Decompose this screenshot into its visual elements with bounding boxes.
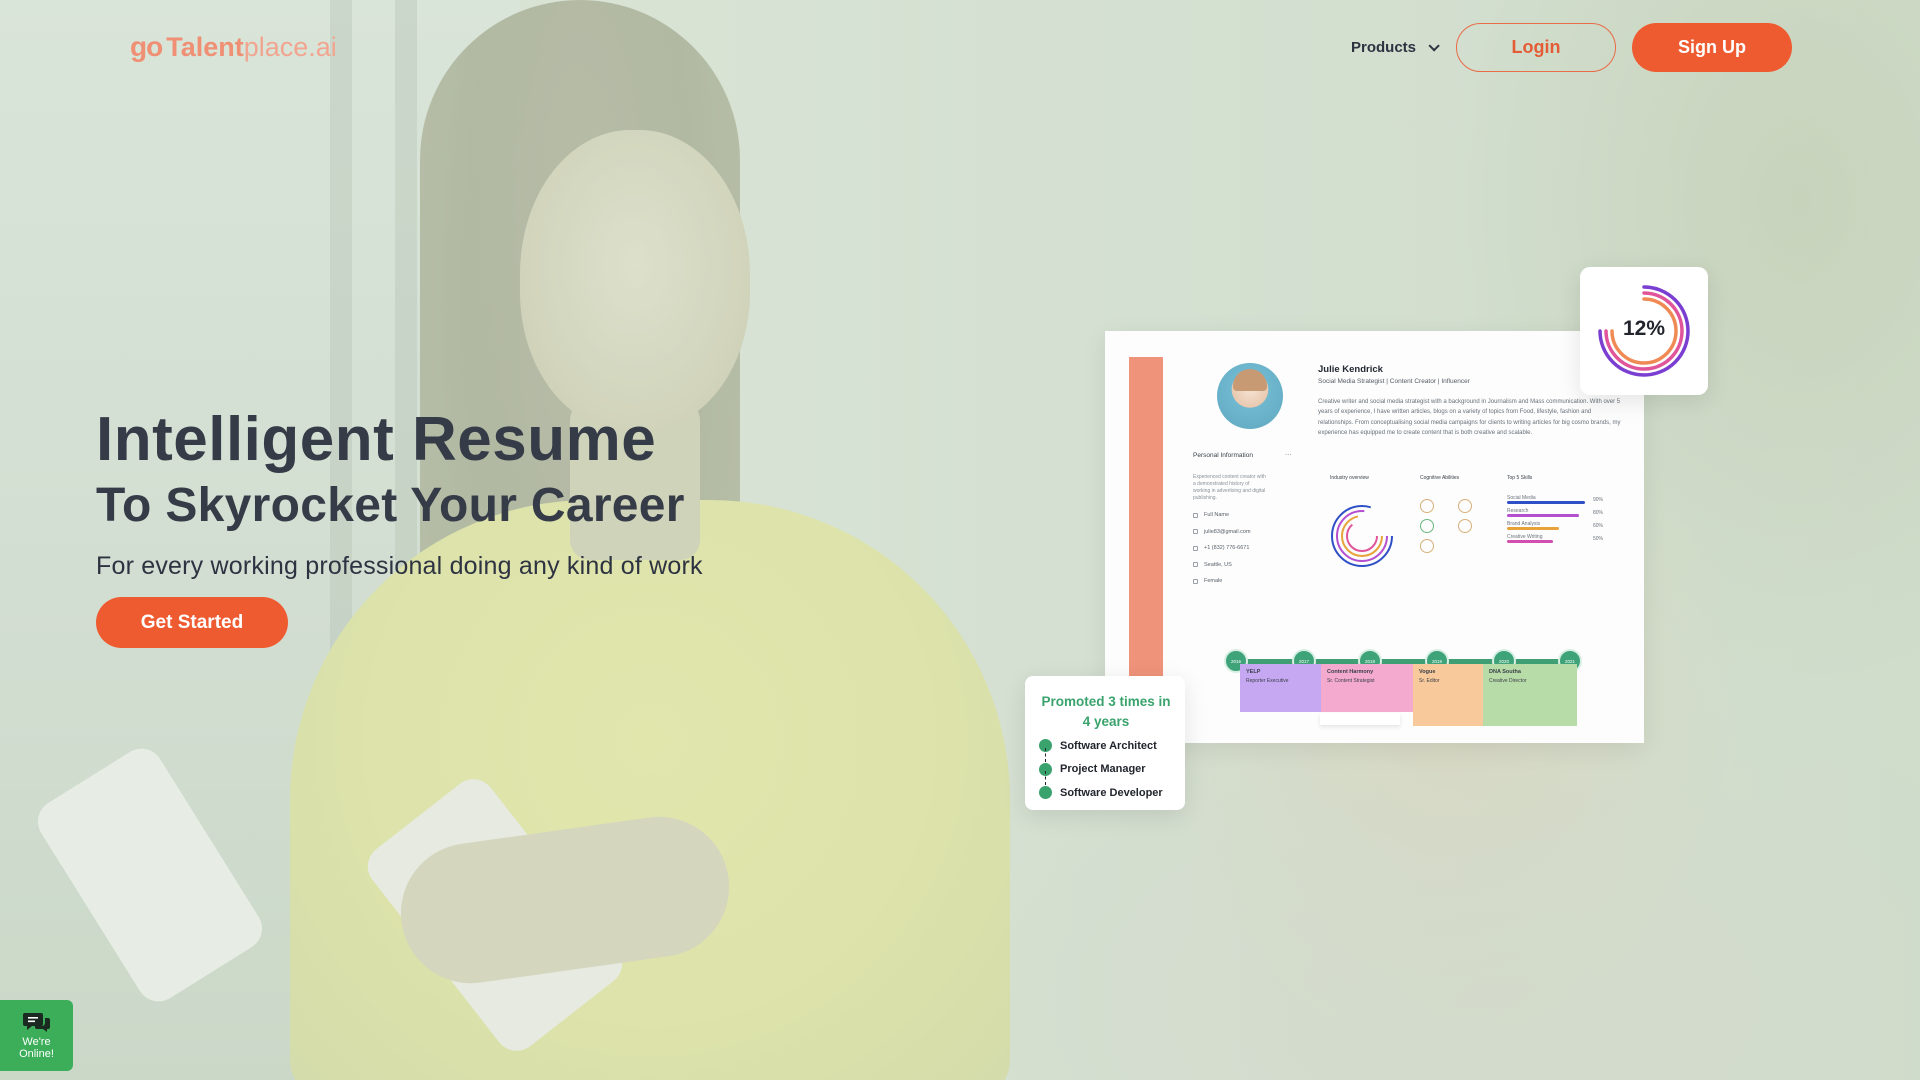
products-menu[interactable]: Products (1350, 39, 1440, 56)
chat-status-label: We're Online! (19, 1036, 54, 1060)
timeline-tooltip (1320, 713, 1400, 725)
signup-button[interactable]: Sign Up (1632, 23, 1792, 72)
top-nav: Products Login Sign Up (1351, 23, 1792, 72)
user-icon (1193, 512, 1198, 518)
info-row: julie83@gmail.com (1193, 524, 1251, 541)
logo-brand: Talent (166, 31, 244, 62)
skills-heading: Top 5 Skills (1507, 475, 1533, 481)
cognitive-heading: Cognitive Abilities (1420, 475, 1460, 481)
hero-title: Intelligent Resume (96, 405, 657, 474)
timeline-entry: YELP Reporter Executive (1240, 664, 1321, 712)
logo-mark: go (130, 31, 163, 62)
step-dot-icon (1039, 786, 1052, 800)
skill-row: Social Media 90% (1507, 495, 1604, 504)
avatar (1217, 363, 1283, 429)
growth-percent-card: 12% (1580, 267, 1708, 395)
skills-list: Social Media 90% Research 80% Brand Analys… (1507, 493, 1603, 545)
login-button[interactable]: Login (1456, 23, 1616, 72)
resume-preview-card: Julie Kendrick Social Media Strategist |… (1105, 331, 1644, 743)
skill-row: Research 80% (1507, 508, 1604, 517)
info-row: Full Name (1193, 507, 1251, 524)
personal-info-heading: Personal Information (1193, 452, 1253, 459)
get-started-button[interactable]: Get Started (96, 597, 288, 648)
info-row: Seattle, US (1193, 557, 1251, 574)
site-logo[interactable]: go Talentplace.ai (130, 30, 337, 64)
chevron-down-icon (1428, 39, 1440, 52)
industry-heading: Industry overview (1330, 475, 1369, 481)
promotion-heading: Promoted 3 times in 4 years (1041, 694, 1171, 729)
resume-bio: Creative writer and social media strateg… (1318, 399, 1621, 437)
timeline-entry: DNA Southa Creative Director (1483, 664, 1577, 726)
resume-accent-bar (1129, 357, 1163, 681)
skill-row: Creative Writing 50% (1507, 534, 1604, 543)
info-row: +1 (832) 776-6671 (1193, 540, 1251, 557)
badge (1458, 519, 1472, 533)
badge (1420, 499, 1434, 513)
timeline-entry: Content Harmony Sr. Content Strategist (1321, 664, 1413, 712)
promotion-roles: Software Architect Project Manager Softw… (1039, 734, 1173, 805)
hero-title-secondary: To Skyrocket Your Career (96, 479, 685, 532)
resume-name: Julie Kendrick (1318, 364, 1383, 375)
personal-info-list: Full Name julie83@gmail.com +1 (832) 776… (1193, 507, 1251, 590)
hero-subtitle: For every working professional doing any… (96, 552, 703, 580)
badge (1420, 519, 1434, 533)
badge (1420, 539, 1434, 553)
promotion-role: Software Developer (1039, 781, 1173, 805)
resume-role: Social Media Strategist | Content Creato… (1318, 378, 1470, 385)
chat-widget[interactable]: We're Online! (0, 1000, 73, 1071)
phone-icon (1193, 545, 1198, 551)
promotion-role: Software Architect (1039, 734, 1173, 758)
industry-ring-chart (1331, 505, 1393, 567)
mail-icon (1193, 529, 1198, 535)
growth-percent-value: 12% (1622, 317, 1666, 340)
more-icon: ··· (1285, 451, 1292, 458)
skill-row: Brand Analysis 60% (1507, 521, 1604, 530)
personal-summary: Experienced content creator with a demon… (1193, 474, 1266, 501)
logo-domain: place.ai (243, 31, 337, 62)
promotion-role: Project Manager (1039, 758, 1173, 782)
products-menu-label: Products (1350, 39, 1416, 56)
gender-icon (1193, 578, 1198, 584)
hero-section: Intelligent Resume To Skyrocket Your Car… (96, 404, 703, 648)
timeline-entry: Vogue Sr. Editor (1413, 664, 1483, 726)
info-row: Female (1193, 573, 1251, 590)
location-icon (1193, 562, 1198, 568)
chat-bubble-icon (22, 1013, 50, 1032)
promotion-card: Promoted 3 times in 4 years Software Arc… (1025, 676, 1185, 810)
badge (1458, 499, 1472, 513)
